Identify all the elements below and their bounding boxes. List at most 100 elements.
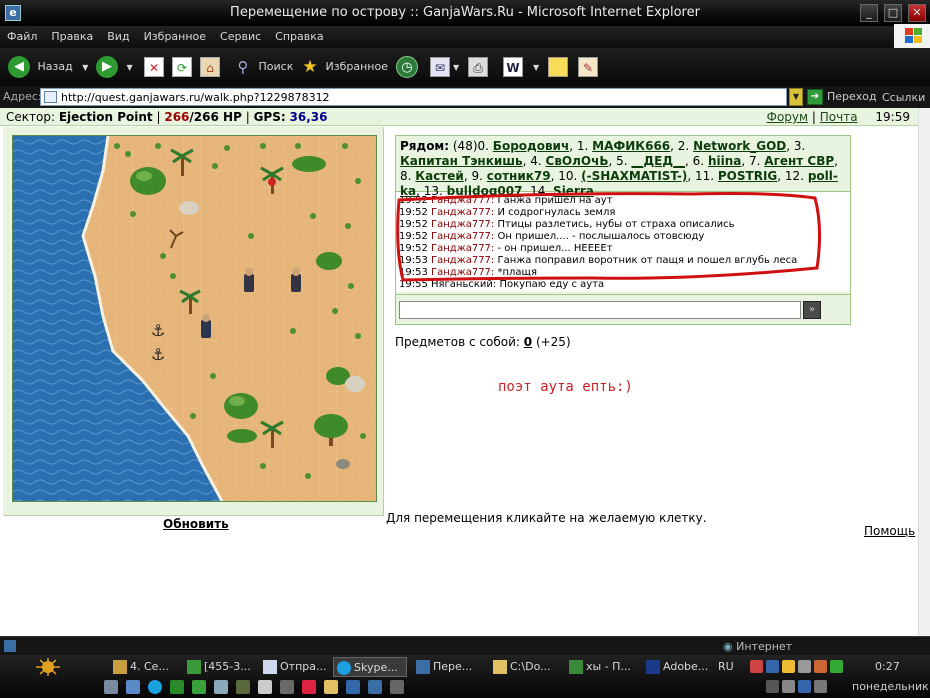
home-button[interactable]: ⌂ (200, 54, 220, 80)
tray-icon[interactable] (750, 660, 763, 673)
links-button[interactable]: Ссылки (882, 91, 925, 104)
separator: | (156, 110, 161, 124)
player-link[interactable]: Network_GOD (693, 139, 786, 153)
player-sprite[interactable] (201, 314, 211, 338)
mail-link[interactable]: Почта (820, 110, 858, 124)
menu-help[interactable]: Справка (268, 26, 330, 43)
mail-button[interactable]: ✉ ▼ (430, 54, 459, 80)
url-input[interactable]: http://quest.ganjawars.ru/walk.php?12298… (40, 88, 787, 106)
quicklaunch-icon[interactable] (390, 680, 404, 694)
player-link[interactable]: POSTRIG (718, 169, 777, 183)
back-button[interactable]: ◀ Назад ▼ (8, 54, 88, 80)
tray-icon[interactable] (814, 660, 827, 673)
close-button[interactable]: ✕ (908, 4, 926, 22)
chat-input[interactable] (399, 301, 801, 319)
player-link[interactable]: Кастей (415, 169, 464, 183)
edit-button[interactable]: W ▼ (503, 54, 539, 80)
quicklaunch-icon[interactable] (214, 680, 228, 694)
tray-icon[interactable] (766, 680, 779, 693)
tray-icon[interactable] (798, 660, 811, 673)
quicklaunch-icon[interactable] (346, 680, 360, 694)
app-icon (187, 660, 201, 674)
start-button[interactable] (22, 657, 74, 677)
back-dropdown-icon[interactable]: ▼ (82, 63, 88, 72)
stop-button[interactable]: ✕ (144, 54, 164, 80)
forum-link[interactable]: Форум (767, 110, 808, 124)
taskbar-item[interactable]: 4. Се... (110, 657, 180, 677)
quicklaunch-icon[interactable] (280, 680, 294, 694)
messenger-button[interactable]: ✎ (578, 54, 598, 80)
quicklaunch-icon[interactable] (236, 680, 250, 694)
clock[interactable]: 0:27 (875, 660, 900, 673)
taskbar-item[interactable]: [455-3... (184, 657, 256, 677)
player-link[interactable]: (-SHAXMATIST-) (581, 169, 687, 183)
messenger-icon: ✎ (578, 57, 598, 77)
taskbar-item[interactable]: C:\Do... (490, 657, 562, 677)
page-icon (44, 91, 57, 103)
edit-dropdown-icon[interactable]: ▼ (533, 63, 539, 72)
menu-tools[interactable]: Сервис (213, 26, 268, 43)
quicklaunch-icon[interactable] (126, 680, 140, 694)
island-map[interactable]: ⚓ ⚓ (12, 135, 377, 502)
menu-edit[interactable]: Правка (44, 26, 100, 43)
quicklaunch-icon[interactable] (258, 680, 272, 694)
player-sprite[interactable] (291, 268, 301, 292)
discuss-button[interactable] (548, 54, 568, 80)
quicklaunch-icon[interactable] (104, 680, 118, 694)
player-link[interactable]: Бородович (493, 139, 569, 153)
refresh-map-link[interactable]: Обновить (163, 517, 229, 531)
player-link[interactable]: Капитан Тэнкишь (400, 154, 523, 168)
address-dropdown-icon[interactable]: ▼ (789, 88, 803, 106)
player-link[interactable]: Агент СВР (764, 154, 834, 168)
bush-icon (130, 167, 166, 195)
info-bar: Сектор: Ejection Point | 266/266 HP | GP… (0, 108, 918, 126)
menu-view[interactable]: Вид (100, 26, 136, 43)
player-link[interactable]: hiina (708, 154, 741, 168)
forward-button[interactable]: ▶ ▼ (96, 54, 133, 80)
tray-icon[interactable] (782, 680, 795, 693)
quicklaunch-icon[interactable] (324, 680, 338, 694)
menu-file[interactable]: Файл (0, 26, 44, 43)
quicklaunch-icon[interactable] (368, 680, 382, 694)
taskbar-item[interactable]: хы - П... (566, 657, 638, 677)
taskbar-item[interactable]: Adobe... (643, 657, 715, 677)
quicklaunch-icon[interactable] (302, 680, 316, 694)
taskbar-item[interactable]: Пере... (413, 657, 485, 677)
favorites-button[interactable]: ★ Избранное (300, 54, 388, 80)
quicklaunch-icon[interactable] (170, 680, 184, 694)
vertical-scrollbar[interactable] (918, 108, 930, 636)
taskbar: 4. Се... [455-3... Отпра... Skype... Пер… (0, 655, 930, 698)
history-button[interactable]: ◷ (396, 54, 418, 80)
map-svg[interactable]: ⚓ ⚓ (13, 136, 377, 502)
tray-icon[interactable] (814, 680, 827, 693)
mail-dropdown-icon[interactable]: ▼ (453, 63, 459, 72)
help-link[interactable]: Помощь (864, 524, 915, 538)
refresh-button[interactable]: ⟳ (172, 54, 192, 80)
player-link[interactable]: СвОлОчЬ (546, 154, 609, 168)
quicklaunch-icon[interactable] (192, 680, 206, 694)
maximize-button[interactable]: □ (884, 4, 902, 22)
windows-logo-icon (894, 24, 930, 48)
go-button[interactable]: ➔ Переход (807, 88, 877, 106)
player-sprite[interactable] (244, 268, 254, 292)
taskbar-item[interactable]: Skype... (333, 657, 407, 677)
player-link[interactable]: __ДЕД__ (631, 154, 685, 168)
menu-favorites[interactable]: Избранное (137, 26, 213, 43)
tray-icon[interactable] (782, 660, 795, 673)
quicklaunch-icon[interactable] (148, 680, 162, 694)
tray-icon[interactable] (766, 660, 779, 673)
language-indicator[interactable]: RU (716, 657, 746, 677)
search-button[interactable]: ⚲ Поиск (233, 54, 294, 80)
task-label: [455-3... (204, 660, 251, 673)
chat-send-button[interactable]: » (803, 301, 821, 319)
tray-icon[interactable] (798, 680, 811, 693)
sector-name: Ejection Point (58, 110, 153, 124)
print-button[interactable]: ⎙ (468, 54, 488, 80)
forward-dropdown-icon[interactable]: ▼ (127, 63, 133, 72)
player-link[interactable]: МАФИК666 (592, 139, 670, 153)
taskbar-item[interactable]: Отпра... (260, 657, 330, 677)
tray-icon[interactable] (830, 660, 843, 673)
player-link[interactable]: сотник79 (487, 169, 551, 183)
items-count-link[interactable]: 0 (524, 335, 532, 349)
minimize-button[interactable]: _ (860, 4, 878, 22)
